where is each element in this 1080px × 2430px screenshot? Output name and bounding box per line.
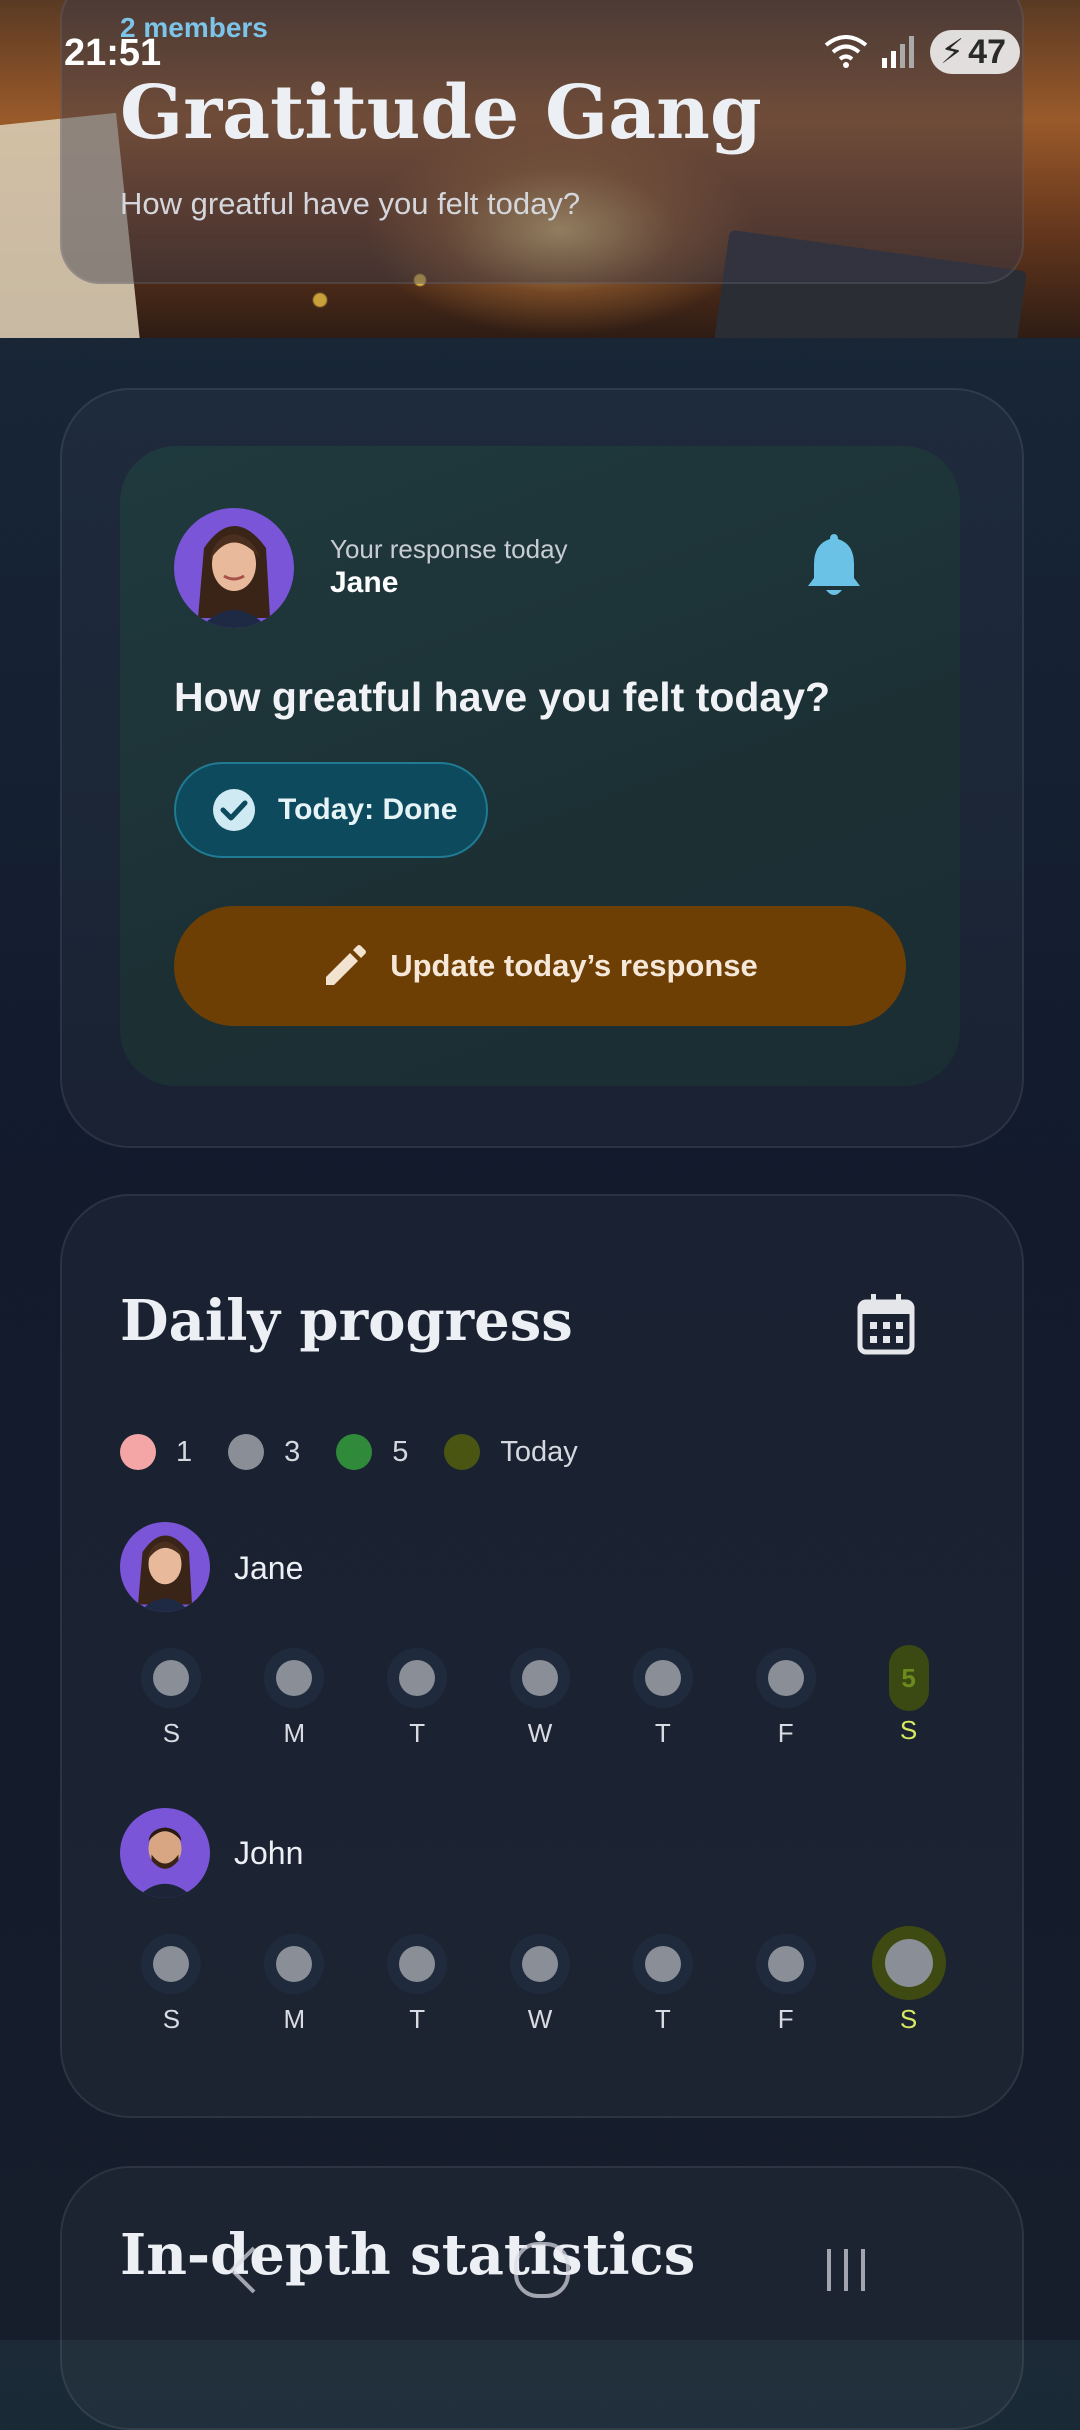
day-letter: T (409, 1718, 426, 1748)
signal-icon (882, 36, 915, 68)
day-letter: W (527, 1718, 553, 1748)
calendar-icon[interactable] (856, 1292, 916, 1356)
daily-progress-title: Daily progress (120, 1288, 573, 1354)
day-cell[interactable]: T (356, 1648, 479, 1749)
legend-label-1: 1 (176, 1435, 193, 1468)
bell-icon[interactable] (804, 530, 864, 600)
response-user-name: Jane (330, 566, 399, 599)
day-letter: S (162, 1718, 181, 1748)
daily-question: How greatful have you felt today? (174, 674, 831, 720)
today-done-chip[interactable]: Today: Done (174, 762, 488, 858)
update-response-button[interactable]: Update today’s response (174, 906, 906, 1026)
response-label: Your response today (330, 534, 568, 564)
recents-button[interactable] (786, 2220, 906, 2320)
day-letter: S (162, 2004, 181, 2034)
day-letter: F (777, 2004, 794, 2034)
day-letter: W (527, 2004, 553, 2034)
day-cell[interactable]: T (356, 1934, 479, 2035)
battery-indicator: ⚡ 47 (930, 30, 1020, 74)
legend-dot-5 (336, 1434, 373, 1470)
group-subtitle: How greatful have you felt today? (120, 186, 581, 221)
avatar-jane-small (120, 1522, 210, 1612)
day-letter: M (283, 2004, 306, 2034)
day-cell[interactable]: W (479, 1648, 602, 1749)
system-nav-bar (0, 2220, 1080, 2320)
day-cell-today[interactable]: 5 S (847, 1645, 970, 1749)
day-cell[interactable]: S (110, 1648, 233, 1749)
recents-icon (827, 2249, 865, 2291)
avatar-jane (174, 508, 294, 628)
legend-label-today: Today (500, 1435, 578, 1468)
battery-level: 47 (968, 32, 1006, 71)
status-time: 21:51 (64, 32, 162, 74)
pencil-icon (326, 945, 367, 985)
legend-dot-today (444, 1434, 481, 1470)
day-cell[interactable]: W (479, 1934, 602, 2035)
day-cell[interactable]: T (601, 1648, 724, 1749)
today-score-pill: 5 (888, 1645, 929, 1711)
legend-label-3: 3 (284, 1435, 301, 1468)
back-icon (229, 2246, 256, 2294)
update-response-label: Update today’s response (390, 948, 758, 983)
today-done-label: Today: Done (278, 793, 458, 826)
jane-week-row: S M T W T F 5 S (110, 1645, 970, 1749)
day-cell[interactable]: T (601, 1934, 724, 2035)
day-letter: M (283, 1718, 306, 1748)
day-letter: S (899, 1715, 918, 1745)
legend-dot-1 (120, 1434, 156, 1470)
day-letter: T (654, 1718, 671, 1748)
day-cell[interactable]: M (233, 1648, 356, 1749)
member-name-jane: Jane (234, 1550, 304, 1586)
legend-label-5: 5 (392, 1435, 409, 1468)
day-cell[interactable]: M (233, 1934, 356, 2035)
home-icon (514, 2242, 570, 2298)
member-name-john: John (234, 1835, 304, 1871)
wifi-icon (825, 35, 868, 68)
group-title: Gratitude Gang (120, 70, 762, 156)
check-circle-icon (213, 789, 255, 831)
day-letter: T (409, 2004, 426, 2034)
day-letter: S (899, 2004, 918, 2034)
day-letter: F (777, 1718, 794, 1748)
back-button[interactable] (184, 2220, 304, 2320)
day-letter: T (654, 2004, 671, 2034)
progress-legend: 1 3 5 Today (120, 1434, 614, 1470)
bolt-icon: ⚡ (940, 33, 965, 71)
home-button[interactable] (482, 2220, 602, 2320)
john-week-row: S M T W T F S (110, 1926, 970, 2035)
day-cell[interactable]: F (724, 1648, 847, 1749)
status-icons: ⚡ 47 (824, 30, 1020, 74)
day-cell[interactable]: F (724, 1934, 847, 2035)
avatar-john (120, 1808, 210, 1898)
legend-dot-3 (228, 1434, 265, 1470)
day-cell[interactable]: S (110, 1934, 233, 2035)
day-cell-today[interactable]: S (847, 1926, 970, 2035)
